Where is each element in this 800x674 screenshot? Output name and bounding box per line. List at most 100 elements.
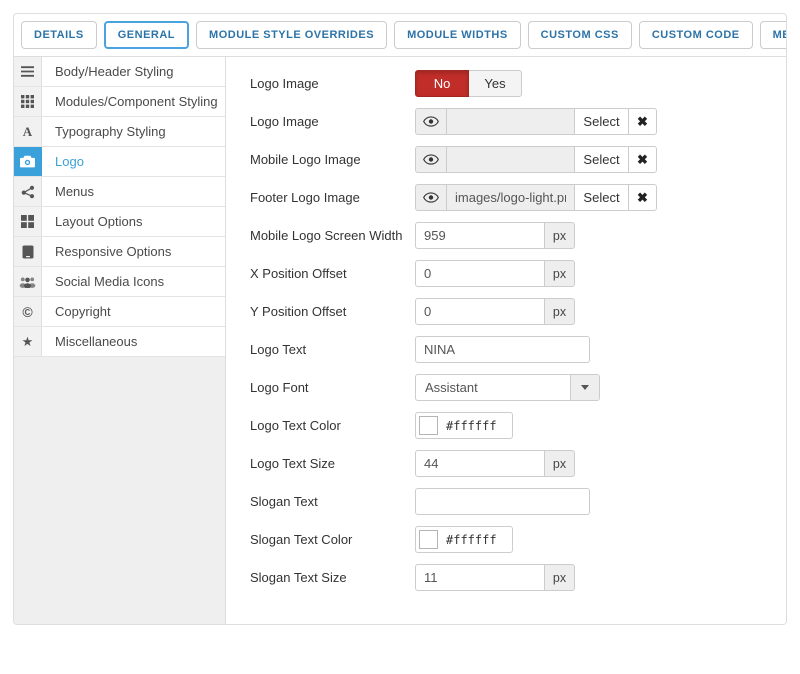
- mobile-logo-screen-width-unit-addon: px: [544, 222, 575, 249]
- sidebar-item-typography-styling[interactable]: ATypography Styling: [14, 117, 225, 147]
- mobile-logo-screen-width-control: px: [415, 222, 575, 249]
- form-row-slogan-text: Slogan Text: [250, 488, 786, 515]
- footer-logo-image-media-select-button[interactable]: Select: [574, 184, 629, 211]
- sidebar-item-label: Copyright: [42, 297, 225, 326]
- logo-text-size-input[interactable]: [415, 450, 545, 477]
- sidebar-item-logo[interactable]: Logo: [14, 147, 225, 177]
- sidebar-item-label: Miscellaneous: [42, 327, 225, 356]
- settings-sidebar: Body/Header StylingModules/Component Sty…: [14, 57, 226, 625]
- logo-image-media-input[interactable]: [446, 108, 575, 135]
- form-row-mobile-logo-screen-width: Mobile Logo Screen Widthpx: [250, 222, 786, 249]
- form-row-logo-text: Logo Text: [250, 336, 786, 363]
- tab-module-widths[interactable]: MODULE WIDTHS: [394, 21, 521, 49]
- chevron-down-icon[interactable]: [570, 375, 599, 400]
- y-position-offset-control: px: [415, 298, 575, 325]
- sidebar-item-social-media-icons[interactable]: Social Media Icons: [14, 267, 225, 297]
- preview-eye-icon[interactable]: [415, 108, 447, 135]
- logo-text-color-control: #ffffff: [415, 412, 513, 439]
- users-icon: [14, 267, 42, 296]
- mobile-logo-image-media-select-button[interactable]: Select: [574, 146, 629, 173]
- slogan-text-control: [415, 488, 590, 515]
- preview-eye-icon[interactable]: [415, 146, 447, 173]
- sidebar-item-label: Logo: [42, 147, 225, 176]
- tab-menu-assignment[interactable]: MENU ASSIGNMENT: [760, 21, 787, 49]
- form-row-y-position-offset: Y Position Offsetpx: [250, 298, 786, 325]
- logo-image-media-select-button[interactable]: Select: [574, 108, 629, 135]
- form-row-mobile-logo-image-media: Mobile Logo ImageSelect✖: [250, 146, 786, 173]
- caret-shape: [581, 385, 589, 390]
- top-tab-bar: DETAILSGENERALMODULE STYLE OVERRIDESMODU…: [14, 14, 786, 57]
- logo-text-control: [415, 336, 590, 363]
- field-label-logo-image: Logo Image: [250, 76, 415, 91]
- x-position-offset-input[interactable]: [415, 260, 545, 287]
- field-label-x-position-offset: X Position Offset: [250, 266, 415, 281]
- slogan-text-input[interactable]: [415, 488, 590, 515]
- slogan-text-color-control: #ffffff: [415, 526, 513, 553]
- sidebar-item-layout-options[interactable]: Layout Options: [14, 207, 225, 237]
- sidebar-item-body-header-styling[interactable]: Body/Header Styling: [14, 57, 225, 87]
- form-row-logo-image: Logo ImageNoYes: [250, 70, 786, 97]
- form-row-footer-logo-image-media: Footer Logo ImageSelect✖: [250, 184, 786, 211]
- sidebar-item-label: Body/Header Styling: [42, 57, 225, 86]
- tablet-icon: [14, 237, 42, 266]
- sidebar-item-label: Menus: [42, 177, 225, 206]
- logo-text-color-value: #ffffff: [438, 419, 509, 433]
- mobile-logo-screen-width-input[interactable]: [415, 222, 545, 249]
- list-icon: [14, 57, 42, 86]
- footer-logo-image-media-clear-icon[interactable]: ✖: [628, 184, 657, 211]
- field-label-slogan-text: Slogan Text: [250, 494, 415, 509]
- slogan-text-color-picker[interactable]: #ffffff: [415, 526, 513, 553]
- logo-text-size-unit-addon: px: [544, 450, 575, 477]
- footer-logo-image-media-input[interactable]: [446, 184, 575, 211]
- logo-image-yes-button[interactable]: Yes: [468, 70, 522, 97]
- logo-font-control: Assistant: [415, 374, 600, 401]
- logo-text-color-picker[interactable]: #ffffff: [415, 412, 513, 439]
- tab-module-style-overrides[interactable]: MODULE STYLE OVERRIDES: [196, 21, 387, 49]
- copyright-icon: ©: [14, 297, 42, 326]
- tab-details[interactable]: DETAILS: [21, 21, 97, 49]
- sidebar-item-label: Responsive Options: [42, 237, 225, 266]
- field-label-y-position-offset: Y Position Offset: [250, 304, 415, 319]
- preview-eye-icon[interactable]: [415, 184, 447, 211]
- form-row-x-position-offset: X Position Offsetpx: [250, 260, 786, 287]
- footer-logo-image-media-control: Select✖: [415, 184, 657, 211]
- logo-image-media-control: Select✖: [415, 108, 657, 135]
- panel-content: Body/Header StylingModules/Component Sty…: [14, 57, 786, 625]
- form-row-logo-text-size: Logo Text Sizepx: [250, 450, 786, 477]
- slogan-text-size-control: px: [415, 564, 575, 591]
- logo-image-no-button[interactable]: No: [415, 70, 469, 97]
- tab-general[interactable]: GENERAL: [104, 21, 189, 49]
- field-label-footer-logo-image-media: Footer Logo Image: [250, 190, 415, 205]
- form-row-slogan-text-size: Slogan Text Sizepx: [250, 564, 786, 591]
- font-icon: A: [14, 117, 42, 146]
- slogan-text-size-unit-addon: px: [544, 564, 575, 591]
- sidebar-item-copyright[interactable]: ©Copyright: [14, 297, 225, 327]
- slogan-text-color-swatch[interactable]: [419, 530, 438, 549]
- sidebar-item-label: Layout Options: [42, 207, 225, 236]
- logo-text-input[interactable]: [415, 336, 590, 363]
- form-row-logo-text-color: Logo Text Color#ffffff: [250, 412, 786, 439]
- sidebar-item-menus[interactable]: Menus: [14, 177, 225, 207]
- slogan-text-size-input[interactable]: [415, 564, 545, 591]
- tab-custom-css[interactable]: CUSTOM CSS: [528, 21, 632, 49]
- logo-font-dropdown[interactable]: Assistant: [415, 374, 600, 401]
- star-icon: ★: [14, 327, 42, 356]
- field-label-logo-image-media: Logo Image: [250, 114, 415, 129]
- field-label-slogan-text-color: Slogan Text Color: [250, 532, 415, 547]
- sidebar-item-responsive-options[interactable]: Responsive Options: [14, 237, 225, 267]
- logo-image-media-clear-icon[interactable]: ✖: [628, 108, 657, 135]
- y-position-offset-input[interactable]: [415, 298, 545, 325]
- mobile-logo-image-media-input[interactable]: [446, 146, 575, 173]
- layout-grid-icon: [14, 207, 42, 236]
- sidebar-item-modules-component-styling[interactable]: Modules/Component Styling: [14, 87, 225, 117]
- tab-custom-code[interactable]: CUSTOM CODE: [639, 21, 753, 49]
- field-label-logo-font: Logo Font: [250, 380, 415, 395]
- logo-text-color-swatch[interactable]: [419, 416, 438, 435]
- grid-icon: [14, 87, 42, 116]
- sidebar-item-miscellaneous[interactable]: ★Miscellaneous: [14, 327, 225, 357]
- sidebar-item-label: Modules/Component Styling: [42, 87, 225, 116]
- mobile-logo-image-media-clear-icon[interactable]: ✖: [628, 146, 657, 173]
- mobile-logo-image-media-control: Select✖: [415, 146, 657, 173]
- slogan-text-color-value: #ffffff: [438, 533, 509, 547]
- logo-settings-form: Logo ImageNoYesLogo ImageSelect✖Mobile L…: [226, 57, 786, 625]
